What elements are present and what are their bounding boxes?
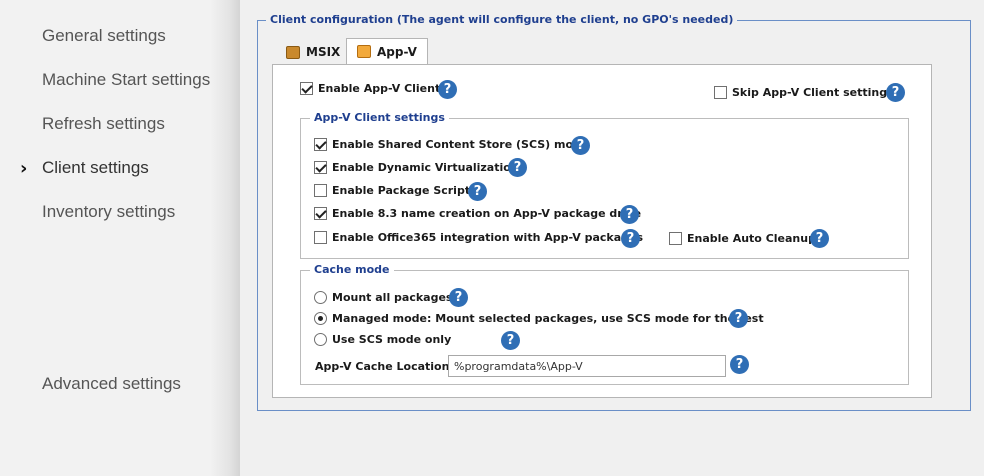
office365-label[interactable]: Enable Office365 integration with App-V … — [332, 231, 643, 244]
managed-mode-row: Managed mode: Mount selected packages, u… — [314, 312, 764, 325]
tab-msix[interactable]: MSIX — [276, 40, 344, 64]
dynamic-virtualization-checkbox[interactable] — [314, 161, 327, 174]
name-creation-checkbox[interactable] — [314, 207, 327, 220]
package-scripts-row: Enable Package Scripts — [314, 184, 477, 197]
sidebar-item-label: Client settings — [42, 158, 149, 177]
client-configuration-title: Client configuration (The agent will con… — [266, 13, 738, 26]
sidebar-item-advanced[interactable]: Advanced settings — [42, 374, 181, 394]
sidebar-item-client[interactable]: › Client settings — [20, 158, 149, 179]
appv-package-icon — [357, 45, 371, 58]
cache-location-label: App-V Cache Location: — [315, 360, 454, 373]
help-icon[interactable]: ? — [621, 229, 640, 248]
scs-only-radio[interactable] — [314, 333, 327, 346]
mount-all-row: Mount all packages — [314, 291, 452, 304]
auto-cleanup-checkbox[interactable] — [669, 232, 682, 245]
help-icon[interactable]: ? — [501, 331, 520, 350]
help-icon[interactable]: ? — [438, 80, 457, 99]
enable-appv-client-label[interactable]: Enable App-V Client — [318, 82, 440, 95]
help-icon[interactable]: ? — [729, 309, 748, 328]
managed-mode-label[interactable]: Managed mode: Mount selected packages, u… — [332, 312, 764, 325]
enable-appv-client-checkbox[interactable] — [300, 82, 313, 95]
office365-row: Enable Office365 integration with App-V … — [314, 231, 643, 244]
scs-mode-label[interactable]: Enable Shared Content Store (SCS) mode — [332, 138, 588, 151]
tab-label: MSIX — [306, 45, 341, 59]
enable-appv-client-row: Enable App-V Client — [300, 82, 440, 95]
help-icon[interactable]: ? — [449, 288, 468, 307]
sidebar-item-refresh[interactable]: Refresh settings — [42, 114, 165, 134]
scs-only-label[interactable]: Use SCS mode only — [332, 333, 451, 346]
help-icon[interactable]: ? — [508, 158, 527, 177]
package-scripts-checkbox[interactable] — [314, 184, 327, 197]
auto-cleanup-row: Enable Auto Cleanup — [669, 232, 816, 245]
mount-all-radio[interactable] — [314, 291, 327, 304]
office365-checkbox[interactable] — [314, 231, 327, 244]
sidebar-item-general[interactable]: General settings — [42, 26, 166, 46]
scs-only-row: Use SCS mode only — [314, 333, 451, 346]
skip-appv-settings-row: Skip App-V Client settings — [714, 86, 894, 99]
name-creation-row: Enable 8.3 name creation on App-V packag… — [314, 207, 641, 220]
dynamic-virtualization-row: Enable Dynamic Virtualization — [314, 161, 519, 174]
managed-mode-radio[interactable] — [314, 312, 327, 325]
help-icon[interactable]: ? — [730, 355, 749, 374]
help-icon[interactable]: ? — [571, 136, 590, 155]
tab-appv[interactable]: App-V — [346, 38, 428, 64]
sidebar-item-machine-start[interactable]: Machine Start settings — [42, 70, 210, 90]
help-icon[interactable]: ? — [620, 205, 639, 224]
sidebar-item-inventory[interactable]: Inventory settings — [42, 202, 175, 222]
help-icon[interactable]: ? — [468, 182, 487, 201]
chevron-right-icon: › — [20, 158, 28, 179]
name-creation-label[interactable]: Enable 8.3 name creation on App-V packag… — [332, 207, 641, 220]
dynamic-virtualization-label[interactable]: Enable Dynamic Virtualization — [332, 161, 519, 174]
skip-appv-settings-label[interactable]: Skip App-V Client settings — [732, 86, 894, 99]
cache-location-input[interactable] — [448, 355, 726, 377]
appv-client-settings-title: App-V Client settings — [310, 111, 449, 124]
mount-all-label[interactable]: Mount all packages — [332, 291, 452, 304]
scs-mode-checkbox[interactable] — [314, 138, 327, 151]
msix-package-icon — [286, 45, 300, 59]
package-scripts-label[interactable]: Enable Package Scripts — [332, 184, 477, 197]
sidebar: General settings Machine Start settings … — [0, 0, 240, 476]
auto-cleanup-label[interactable]: Enable Auto Cleanup — [687, 232, 816, 245]
tab-label: App-V — [377, 44, 417, 59]
cache-mode-title: Cache mode — [310, 263, 394, 276]
scs-mode-row: Enable Shared Content Store (SCS) mode — [314, 138, 588, 151]
skip-appv-settings-checkbox[interactable] — [714, 86, 727, 99]
help-icon[interactable]: ? — [810, 229, 829, 248]
help-icon[interactable]: ? — [886, 83, 905, 102]
